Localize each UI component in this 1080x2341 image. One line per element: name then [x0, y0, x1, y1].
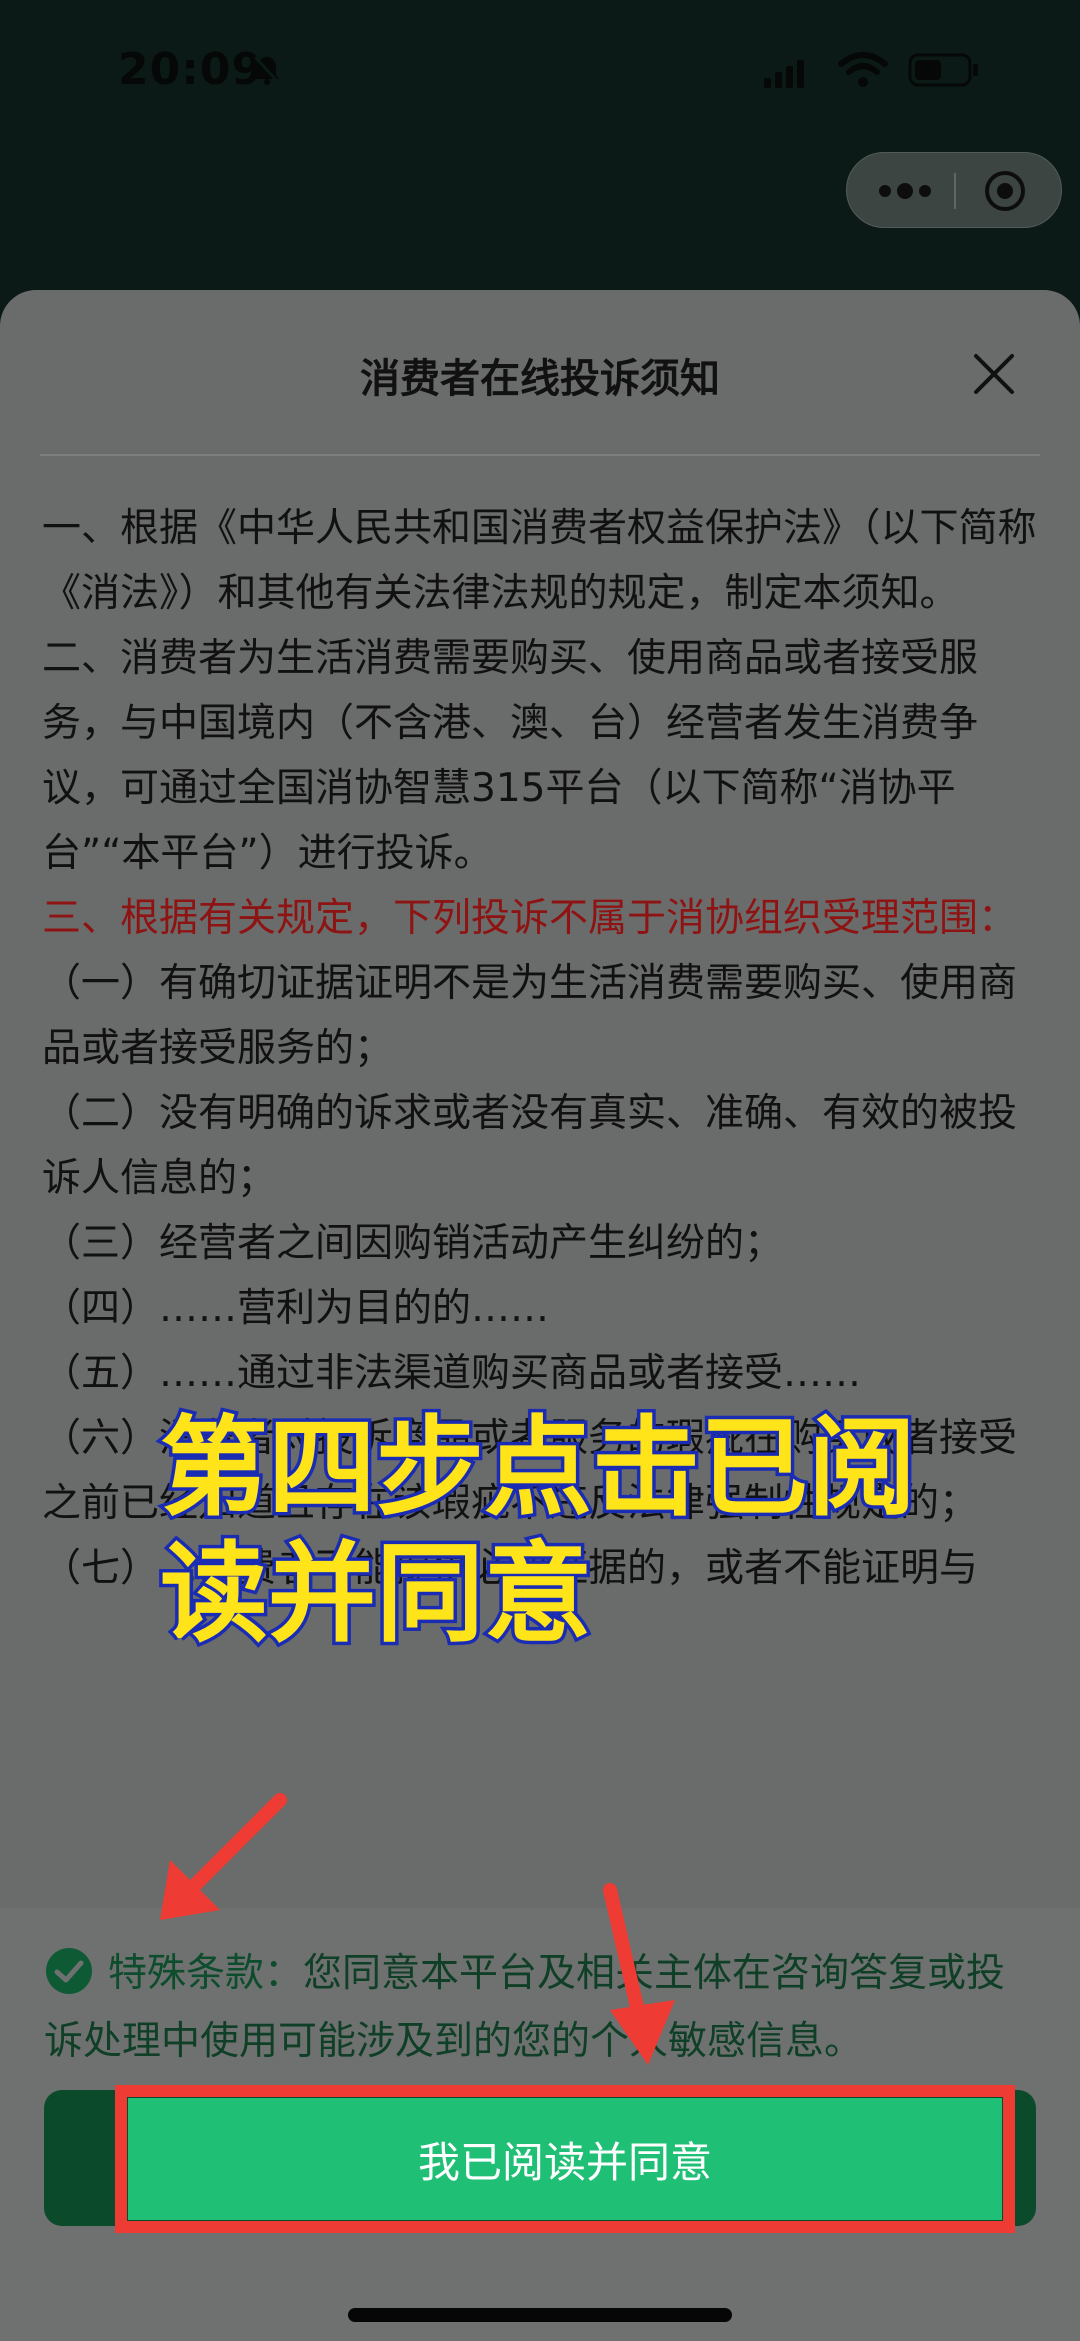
notice-paragraph: （三）经营者之间因购销活动产生纠纷的；: [42, 1221, 784, 1266]
tutorial-caption-line1: 第四步点击已阅: [156, 1403, 919, 1535]
target-circle-icon[interactable]: [983, 169, 1027, 213]
wifi-icon: [838, 52, 888, 87]
title-divider: [40, 454, 1040, 456]
arrow-down-left-icon: [160, 1793, 287, 1920]
battery-icon: [908, 53, 978, 87]
notice-paragraph: 二、消费者为生活消费需要购买、使用商品或者接受服务，与中国境内（不含港、澳、台）…: [42, 636, 979, 876]
more-dots-icon[interactable]: [877, 177, 933, 205]
notice-paragraph-highlight: 三、根据有关规定，下列投诉不属于消协组织受理范围：: [42, 896, 1018, 941]
notice-paragraph: （四）……营利为目的的……: [42, 1286, 550, 1331]
check-circle-icon[interactable]: [44, 1946, 94, 1996]
cellular-signal-icon: [764, 60, 804, 88]
tutorial-caption: 第四步点击已阅 读并同意: [156, 1403, 919, 1661]
highlight-frame: [115, 2085, 1015, 2233]
notice-paragraph: （五）……通过非法渠道购买商品或者接受……: [42, 1351, 862, 1396]
tutorial-caption-line2: 读并同意: [156, 1529, 595, 1661]
status-time: 20:09: [118, 44, 264, 95]
special-clause-label: 特殊条款：: [108, 1951, 304, 1996]
special-clause[interactable]: 特殊条款：您同意本平台及相关主体在咨询答复或投诉处理中使用可能涉及到的您的个人敏…: [44, 1940, 1044, 2076]
bell-mute-icon: [253, 55, 281, 85]
notice-paragraph: （二）没有明确的诉求或者没有真实、准确、有效的被投诉人信息的；: [42, 1091, 1018, 1201]
close-icon[interactable]: [970, 350, 1018, 398]
capsule-divider: [954, 173, 956, 209]
dialog-title: 消费者在线投诉须知: [360, 356, 720, 402]
status-bar: 20:09: [0, 0, 1080, 140]
mini-program-capsule: [846, 152, 1062, 228]
home-indicator[interactable]: [348, 2308, 732, 2322]
arrow-down-icon: [603, 1883, 675, 2065]
notice-paragraph: 一、根据《中华人民共和国消费者权益保护法》（以下简称《消法》）和其他有关法律法规…: [42, 506, 1037, 616]
notice-paragraph: （一）有确切证据证明不是为生活消费需要购买、使用商品或者接受服务的；: [42, 961, 1018, 1071]
